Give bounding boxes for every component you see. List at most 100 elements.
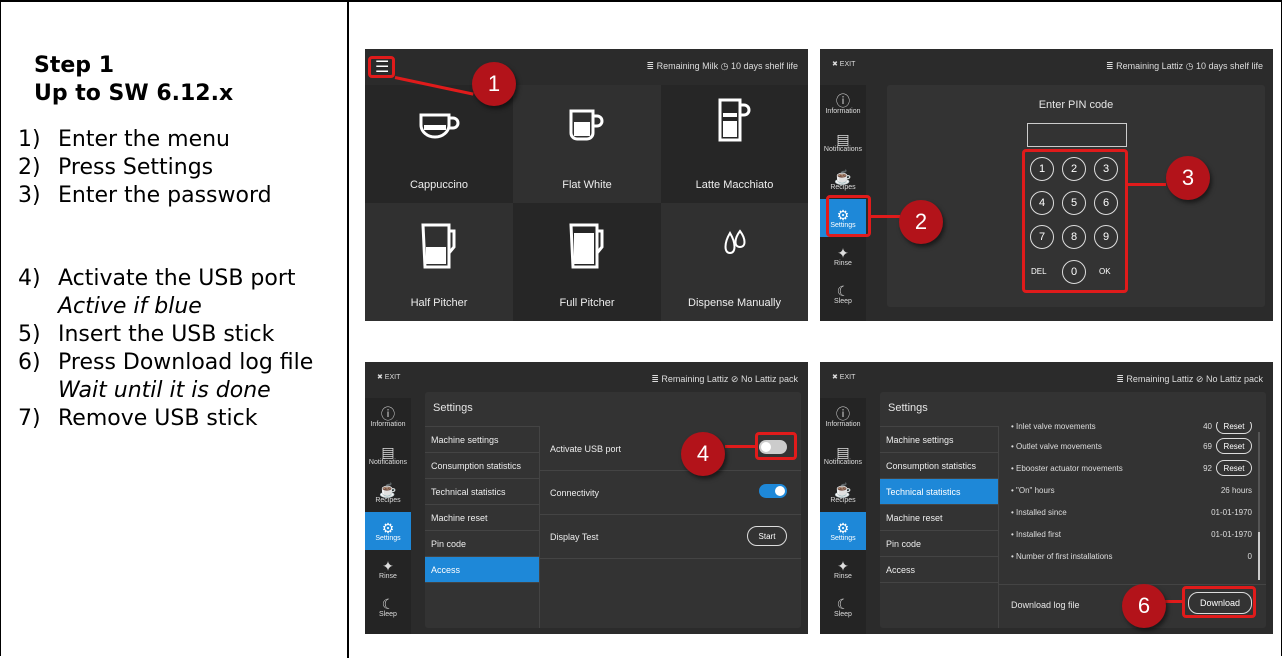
tile-full-pitcher[interactable]: Full Pitcher (513, 203, 661, 321)
list-item: 1) Enter the menu (18, 126, 343, 154)
step-note: Active if blue (58, 294, 202, 319)
step-number: 5) (18, 322, 41, 347)
step-text: Insert the USB stick (58, 322, 275, 347)
list-item: • Installed first 01-01-1970 (1011, 530, 1252, 542)
menu-item-reset[interactable]: Machine reset (880, 505, 998, 531)
scrollbar[interactable] (1258, 432, 1260, 580)
connectivity-toggle[interactable] (759, 484, 787, 498)
list-item: 4) Activate the USB port (18, 265, 343, 293)
sidebar-item-recipes[interactable]: ☕ Recipes (365, 474, 411, 512)
menu-item-pin[interactable]: Pin code (880, 531, 998, 557)
stat-value: 01-01-1970 (1211, 508, 1252, 517)
tile-label: Latte Macchiato (695, 179, 774, 191)
stat-value: 69 (1203, 442, 1212, 451)
screenshot-access-settings: ✖ EXIT ≣ Remaining Lattiz ⊘ No Lattiz pa… (365, 362, 808, 634)
tile-half-pitcher[interactable]: Half Pitcher (365, 203, 513, 321)
menu-item-access[interactable]: Access (880, 557, 998, 583)
sparkle-icon: ✦ (837, 557, 849, 574)
sidebar-item-settings[interactable]: ⚙ Settings (820, 512, 866, 550)
sidebar-item-notifications[interactable]: ▤ Notifications (365, 436, 411, 474)
stat-label: • Outlet valve movements (1011, 442, 1102, 451)
glass-icon (715, 97, 755, 148)
highlight-box (826, 195, 871, 237)
exit-button[interactable]: ✖ EXIT (832, 373, 855, 381)
menu-item-machine-settings[interactable]: Machine settings (425, 427, 539, 453)
moon-icon: ☾ (381, 595, 395, 612)
step-badge: 1 (472, 62, 516, 106)
menu-item-consumption[interactable]: Consumption statistics (880, 453, 998, 479)
menu-item-reset[interactable]: Machine reset (425, 505, 539, 531)
step-number: 3) (18, 183, 41, 208)
stat-label: • "On" hours (1011, 486, 1055, 495)
sidebar-item-information[interactable]: ⓘ Information (820, 398, 866, 436)
sidebar-item-sleep[interactable]: ☾ Sleep (820, 588, 866, 626)
info-icon: ⓘ (836, 405, 850, 422)
step-text: Press Download log file (58, 350, 314, 375)
reset-button[interactable]: Reset (1216, 438, 1252, 454)
sidebar-item-sleep[interactable]: ☾ Sleep (365, 588, 411, 626)
info-icon: ⓘ (836, 92, 850, 109)
sidebar-item-rinse[interactable]: ✦ Rinse (820, 550, 866, 588)
menu-item-technical[interactable]: Technical statistics (880, 479, 998, 505)
row-display-test: Display Test Start (540, 514, 801, 559)
step-badge: 4 (681, 432, 725, 476)
screenshot-technical-statistics: ✖ EXIT ≣ Remaining Lattiz ⊘ No Lattiz pa… (820, 362, 1273, 634)
tile-label: Dispense Manually (688, 297, 781, 309)
menu-item-pin[interactable]: Pin code (425, 531, 539, 557)
sidebar-item-settings[interactable]: ⚙ Settings (365, 512, 411, 550)
exit-button[interactable]: ✖ EXIT (377, 373, 400, 381)
step-text: Enter the menu (58, 127, 230, 152)
sidebar-label: Recipes (830, 183, 856, 191)
sidebar-label: Information (825, 107, 861, 115)
row-label: Activate USB port (550, 444, 622, 454)
highlight-box (1022, 149, 1128, 293)
tile-latte-macchiato[interactable]: Latte Macchiato (661, 85, 808, 203)
reset-button[interactable]: Reset (1216, 460, 1252, 476)
stat-label: • Installed first (1011, 530, 1061, 539)
sidebar-item-notifications[interactable]: ▤ Notifications (820, 436, 866, 474)
screenshot-pin-entry: ✖ EXIT ≣ Remaining Lattiz ◷ 10 days shel… (820, 49, 1273, 321)
list-item: 3) Enter the password (18, 182, 343, 210)
status-text: ≣ Remaining Milk ◷ 10 days shelf life (646, 61, 798, 71)
settings-panel: Settings Machine settings Consumption st… (425, 392, 801, 628)
cup-icon: ☕ (834, 168, 852, 185)
sidebar-item-recipes[interactable]: ☕ Recipes (820, 474, 866, 512)
list-item: 2) Press Settings (18, 154, 343, 182)
stat-value: 0 (1247, 552, 1252, 561)
column-divider (347, 0, 349, 658)
pin-input[interactable] (1027, 123, 1127, 147)
sidebar-item-rinse[interactable]: ✦ Rinse (365, 550, 411, 588)
sidebar-item-information[interactable]: ⓘ Information (820, 85, 866, 123)
sidebar-item-rinse[interactable]: ✦ Rinse (820, 237, 866, 275)
row-label: Connectivity (550, 488, 600, 498)
menu-item-consumption[interactable]: Consumption statistics (425, 453, 539, 479)
menu-item-technical[interactable]: Technical statistics (425, 479, 539, 505)
menu-item-machine-settings[interactable]: Machine settings (880, 427, 998, 453)
tile-dispense-manually[interactable]: Dispense Manually (661, 203, 808, 321)
sidebar-item-recipes[interactable]: ☕ Recipes (820, 161, 866, 199)
list-item: • "On" hours 26 hours (1011, 486, 1252, 498)
tile-flat-white[interactable]: Flat White (513, 85, 661, 203)
tile-label: Flat White (562, 179, 612, 191)
step-number: 2) (18, 155, 41, 180)
stat-label: • Inlet valve movements (1011, 422, 1096, 431)
sidebar-item-sleep[interactable]: ☾ Sleep (820, 275, 866, 313)
sidebar-item-notifications[interactable]: ▤ Notifications (820, 123, 866, 161)
status-text: ≣ Remaining Lattiz ◷ 10 days shelf life (1106, 61, 1263, 71)
pointer-line (1164, 600, 1182, 603)
menu-item-access[interactable]: Access (425, 557, 539, 583)
highlight-box (368, 56, 395, 78)
reset-button[interactable]: Reset (1216, 422, 1252, 434)
list-item: 5) Insert the USB stick (18, 321, 343, 349)
sidebar-label: Settings (830, 534, 856, 542)
start-button[interactable]: Start (747, 526, 787, 546)
sidebar-item-information[interactable]: ⓘ Information (365, 398, 411, 436)
step-badge: 2 (899, 200, 943, 244)
exit-button[interactable]: ✖ EXIT (832, 60, 855, 68)
cup-icon: ☕ (379, 481, 397, 498)
list-item: • Outlet valve movements 69 Reset (1011, 438, 1252, 454)
step-number: 4) (18, 266, 41, 291)
list-item: • Number of first installations 0 (1011, 552, 1252, 564)
sidebar-label: Sleep (379, 610, 397, 618)
pin-title: Enter PIN code (1038, 99, 1114, 111)
